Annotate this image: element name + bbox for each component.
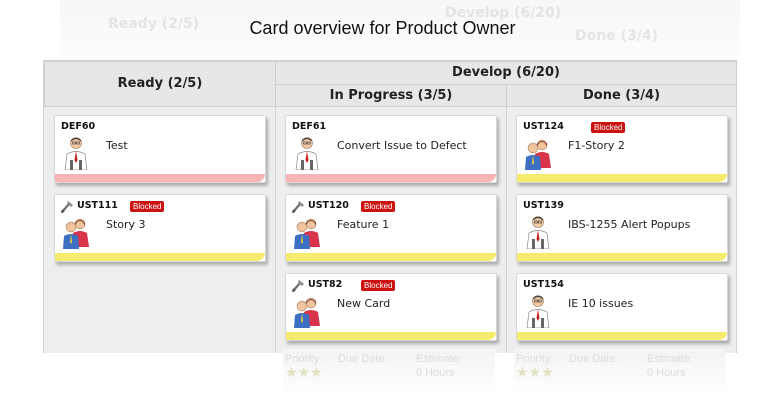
page-title: Card overview for Product Owner [249, 18, 516, 38]
column-header-develop: Develop (6/20) [275, 61, 737, 85]
single-person-icon [61, 136, 91, 171]
card-title: New Card [337, 297, 391, 310]
ghost-due-date-label: Due Date: [569, 353, 619, 365]
group-icon [292, 294, 322, 328]
card-ust111[interactable]: UST111 Blocked Story 3 [54, 194, 266, 262]
card-def60[interactable]: DEF60 Test [54, 115, 266, 183]
ghost-priority-label: Priority: [285, 353, 323, 365]
card-title: Convert Issue to Defect [337, 139, 467, 152]
card-ust124[interactable]: UST124 Blocked F1-Story 2 [516, 115, 728, 183]
card-id: UST120 [308, 200, 349, 211]
column-header-done: Done (3/4) [506, 84, 737, 107]
card-def61[interactable]: DEF61 Convert Issue to Defect [285, 115, 497, 183]
ghost-estimate-label: Estimate: [416, 353, 462, 365]
card-status-stripe [286, 174, 496, 182]
card-id: DEF61 [292, 121, 327, 132]
card-ust139[interactable]: UST139 IBS-1255 Alert Popups [516, 194, 728, 262]
ghost-hours-value: 0 Hours [416, 367, 455, 379]
tool-icon [60, 198, 75, 214]
group-icon [292, 215, 322, 249]
kanban-board: Ready (2/5) Develop (6/20) In Progress (… [43, 60, 737, 353]
card-id: DEF60 [61, 121, 96, 132]
card-title: F1-Story 2 [568, 139, 625, 152]
card-id: UST82 [308, 279, 343, 290]
single-person-icon [292, 136, 322, 171]
single-person-icon [523, 294, 553, 329]
group-icon [61, 215, 91, 249]
card-status-stripe [55, 174, 265, 182]
ghost-star-icon: ★★★ [516, 365, 554, 381]
card-title: Feature 1 [337, 218, 390, 231]
blocked-badge: Blocked [361, 280, 396, 291]
group-icon [523, 136, 553, 170]
single-person-icon [523, 215, 553, 250]
column-divider [275, 107, 276, 353]
column-divider [506, 107, 507, 353]
ghost-due-date-label: Due Date: [338, 353, 388, 365]
card-title: IE 10 issues [568, 297, 634, 310]
card-status-stripe [55, 253, 265, 261]
card-status-stripe [286, 253, 496, 261]
card-id: UST139 [523, 200, 564, 211]
card-id: UST154 [523, 279, 564, 290]
blocked-badge: Blocked [361, 201, 396, 212]
column-header-ready: Ready (2/5) [44, 61, 276, 107]
tool-icon [291, 198, 306, 214]
card-ust82[interactable]: UST82 Blocked New Card [285, 273, 497, 341]
ghost-hours-value: 0 Hours [647, 367, 686, 379]
card-status-stripe [517, 174, 727, 182]
tool-icon [291, 277, 306, 293]
card-id: UST111 [77, 200, 118, 211]
ghost-priority-label: Priority: [516, 353, 554, 365]
column-header-in-progress: In Progress (3/5) [275, 84, 507, 107]
card-title: IBS-1255 Alert Popups [568, 218, 691, 231]
card-status-stripe [517, 253, 727, 261]
card-title: Story 3 [106, 218, 146, 231]
card-id: UST124 [523, 121, 564, 132]
ghost-star-icon: ★★★ [285, 365, 323, 381]
ghost-estimate-label: Estimate: [647, 353, 693, 365]
card-status-stripe [286, 332, 496, 340]
card-ust154[interactable]: UST154 IE 10 issues [516, 273, 728, 341]
card-ust120[interactable]: UST120 Blocked Feature 1 [285, 194, 497, 262]
blocked-badge: Blocked [130, 201, 165, 212]
card-status-stripe [517, 332, 727, 340]
card-title: Test [106, 139, 128, 152]
blocked-badge: Blocked [591, 122, 626, 133]
